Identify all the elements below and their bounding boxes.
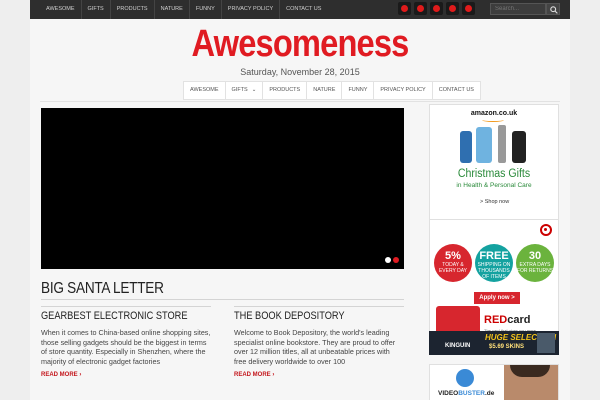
offer-circle-returns: 30 EXTRA DAYS FOR RETURNS	[516, 244, 554, 282]
post-title[interactable]: Gearbest Electronic Store	[41, 310, 188, 322]
section-title[interactable]: Big Santa Letter	[41, 280, 164, 298]
offer-text: EXTRA DAYS FOR RETURNS	[516, 262, 554, 274]
videobuster-logo: VIDEOBUSTER.de	[438, 390, 494, 397]
read-more-label: Read more	[41, 371, 78, 378]
main-nav-nature[interactable]: Nature	[306, 82, 341, 99]
main-nav-awesome[interactable]: Awesome	[184, 82, 225, 99]
videobuster-logo-suffix: .de	[484, 390, 495, 397]
videobuster-logo-icon	[456, 369, 474, 387]
offer-value: 5%	[445, 250, 461, 262]
search-button[interactable]	[546, 3, 560, 15]
main-nav-contact-us[interactable]: Contact Us	[431, 82, 480, 99]
videobuster-logo-b: BUSTER	[458, 390, 485, 397]
social-icon-5[interactable]	[462, 2, 475, 15]
read-more-link[interactable]: Read more ›	[234, 372, 404, 378]
main-nav-funny[interactable]: Funny	[341, 82, 373, 99]
top-nav-awesome[interactable]: Awesome	[40, 0, 81, 19]
redcard-logo: REDcard	[484, 314, 530, 326]
redcard-logo-red: RED	[484, 314, 508, 326]
social-icon-1[interactable]	[398, 2, 411, 15]
chevron-down-icon: ⌄	[251, 87, 257, 93]
site-date: Saturday, November 28, 2015	[240, 67, 360, 77]
post-divider-1	[41, 306, 211, 307]
top-nav: Awesome Gifts Products Nature Funny Priv…	[40, 0, 327, 19]
post-excerpt: Welcome to Book Depository, the world's …	[234, 328, 396, 367]
social-icon-4[interactable]	[446, 2, 459, 15]
amazon-smile-icon	[482, 118, 504, 122]
read-more-link[interactable]: Read more ›	[41, 372, 211, 378]
amazon-logo: amazon.co.uk	[470, 110, 518, 117]
main-nav-gifts-label: Gifts	[231, 87, 248, 93]
kinguin-image	[537, 333, 555, 353]
post-excerpt: When it comes to China-based online shop…	[41, 328, 211, 367]
section-divider	[41, 299, 404, 300]
main-nav-products[interactable]: Products	[262, 82, 306, 99]
slider-dot-2[interactable]	[393, 257, 399, 263]
offer-value: FREE	[479, 250, 509, 262]
site-title[interactable]: Awesomeness	[68, 23, 532, 66]
top-nav-funny[interactable]: Funny	[188, 0, 221, 19]
main-nav-gifts[interactable]: Gifts ⌄	[224, 82, 263, 99]
ad-photo-detail	[510, 365, 550, 377]
top-bar: Awesome Gifts Products Nature Funny Priv…	[30, 0, 570, 19]
target-logo-icon	[540, 224, 552, 236]
amazon-shop-now[interactable]: > Shop now	[480, 199, 509, 205]
amazon-ad-headline: Christmas Gifts	[457, 168, 531, 180]
search-icon	[550, 6, 558, 14]
page-container: Awesomeness Saturday, November 28, 2015 …	[30, 19, 570, 400]
redcard-logo-rest: card	[507, 314, 531, 326]
search-input[interactable]	[490, 3, 546, 15]
top-nav-gifts[interactable]: Gifts	[80, 0, 110, 19]
videobuster-ad[interactable]: VIDEOBUSTER.de	[429, 364, 559, 400]
nav-divider	[40, 101, 560, 102]
post-title[interactable]: The Book Depository	[234, 310, 377, 322]
offer-text: TODAY & EVERY DAY	[438, 262, 468, 274]
featured-slider[interactable]	[41, 108, 404, 269]
product-image	[460, 131, 472, 163]
kinguin-price: $5.69 SKINS	[489, 344, 525, 350]
amazon-ad-subline: in Health & Personal Care	[456, 182, 532, 189]
top-nav-contact-us[interactable]: Contact Us	[279, 0, 327, 19]
product-image	[498, 125, 506, 163]
target-redcard-ad[interactable]: 5% TODAY & EVERY DAY FREE SHIPPING ON THOU…	[429, 219, 559, 347]
social-icon-3[interactable]	[430, 2, 443, 15]
chevron-right-icon: ›	[79, 371, 82, 378]
main-nav: Awesome Gifts ⌄ Products Nature Funny Pri…	[183, 81, 481, 100]
top-nav-products[interactable]: Products	[109, 0, 154, 19]
product-image	[512, 131, 526, 163]
offer-circle-shipping: FREE SHIPPING ON THOUSANDS OF ITEMS	[475, 244, 513, 282]
main-nav-privacy-policy[interactable]: Privacy Policy	[373, 82, 431, 99]
slider-dots	[385, 257, 399, 263]
kinguin-ad[interactable]: KINGUIN HUGE SELECTION $5.69 SKINS	[429, 331, 559, 355]
videobuster-logo-a: VIDEO	[438, 390, 459, 397]
apply-now-button[interactable]: Apply now >	[474, 292, 520, 304]
social-icons	[398, 2, 475, 15]
kinguin-logo: KINGUIN	[445, 343, 471, 349]
slider-dot-1[interactable]	[385, 257, 391, 263]
social-icon-2[interactable]	[414, 2, 427, 15]
post-card: The Book Depository Welcome to Book Depo…	[234, 310, 404, 378]
top-nav-nature[interactable]: Nature	[153, 0, 189, 19]
product-image	[476, 127, 492, 163]
offer-value: 30	[528, 250, 542, 262]
offer-text: SHIPPING ON THOUSANDS OF ITEMS	[477, 262, 511, 280]
post-divider-2	[234, 306, 404, 307]
amazon-ad[interactable]: amazon.co.uk Christmas Gifts in Health &…	[429, 104, 559, 230]
read-more-label: Read more	[234, 371, 271, 378]
post-card: Gearbest Electronic Store When it comes …	[41, 310, 211, 378]
top-nav-privacy-policy[interactable]: Privacy Policy	[220, 0, 279, 19]
chevron-right-icon: ›	[272, 371, 275, 378]
offer-circle-discount: 5% TODAY & EVERY DAY	[434, 244, 472, 282]
